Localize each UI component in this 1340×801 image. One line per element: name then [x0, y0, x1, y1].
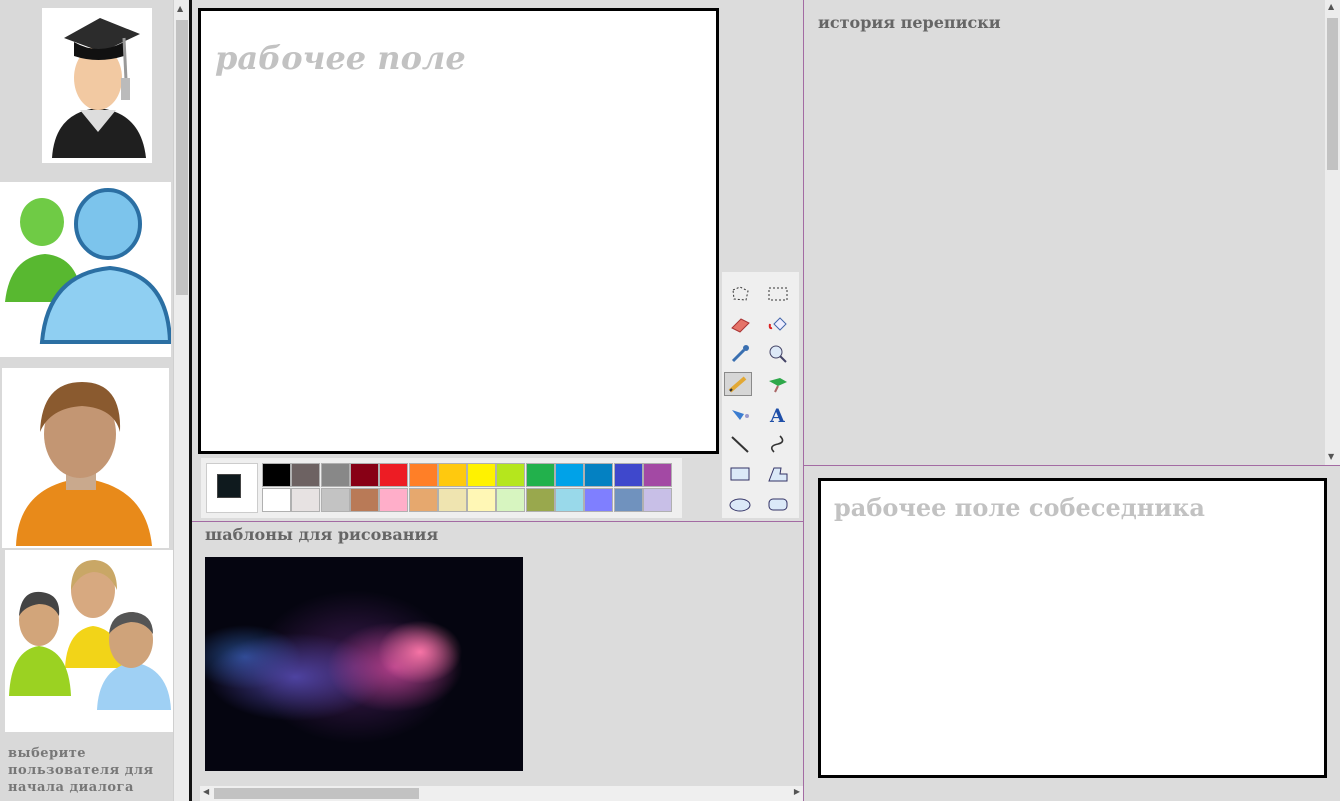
rounded-rect-tool[interactable]: [764, 492, 792, 516]
color-swatch[interactable]: [262, 488, 291, 512]
section-divider: [803, 465, 1340, 466]
rectangle-icon: [730, 467, 750, 481]
ellipse-icon: [729, 498, 751, 512]
pencil-tool[interactable]: [724, 372, 752, 396]
color-swatch[interactable]: [349, 463, 379, 487]
current-color-indicator[interactable]: [206, 463, 258, 513]
peer-canvas-title: рабочее поле собеседника: [834, 493, 1205, 522]
scroll-up-icon[interactable]: ▲: [1328, 2, 1334, 11]
color-swatch[interactable]: [262, 463, 291, 487]
color-swatch[interactable]: [555, 463, 584, 487]
history-scrollbar[interactable]: ▲ ▼: [1325, 0, 1340, 465]
color-swatch[interactable]: [496, 488, 526, 512]
color-palette: [201, 458, 682, 518]
color-picker-tool[interactable]: [726, 342, 754, 366]
templates-title: шаблоны для рисования: [205, 525, 439, 544]
color-swatch[interactable]: [320, 488, 350, 512]
scrollbar-thumb[interactable]: [176, 20, 188, 295]
fill-icon: [768, 317, 787, 331]
user-messenger[interactable]: [0, 182, 173, 357]
text-tool[interactable]: A: [764, 402, 792, 426]
column-divider: [803, 0, 804, 801]
rounded-rect-icon: [768, 498, 788, 511]
eraser-icon: [731, 318, 750, 333]
canvas-title: рабочее поле: [215, 39, 466, 77]
magnifier-tool[interactable]: [764, 342, 792, 366]
free-select-tool[interactable]: [726, 282, 754, 306]
scroll-down-icon[interactable]: ▼: [1328, 452, 1334, 461]
rect-select-icon: [768, 287, 788, 301]
color-swatch[interactable]: [408, 488, 438, 512]
user-orange-icon: [16, 382, 152, 546]
scroll-up-icon[interactable]: ▲: [177, 4, 183, 13]
color-swatch[interactable]: [613, 488, 643, 512]
color-swatch[interactable]: [291, 488, 321, 512]
color-swatch[interactable]: [642, 488, 672, 512]
section-divider: [192, 521, 803, 522]
scroll-left-icon[interactable]: ◀: [203, 787, 209, 796]
color-swatch[interactable]: [467, 463, 497, 487]
airbrush-icon: [732, 410, 749, 420]
user-group-icon: [9, 560, 171, 710]
user-single[interactable]: [2, 368, 169, 548]
color-swatch[interactable]: [320, 463, 350, 487]
fill-tool[interactable]: [764, 312, 792, 336]
pencil-icon: [728, 376, 747, 393]
messenger-users-icon: [5, 188, 173, 344]
line-icon: [731, 436, 749, 453]
color-swatch[interactable]: [584, 463, 614, 487]
curve-icon: [770, 435, 784, 453]
airbrush-tool[interactable]: [726, 402, 754, 426]
color-swatch[interactable]: [349, 488, 379, 512]
color-swatch[interactable]: [642, 463, 672, 487]
polygon-icon: [768, 467, 788, 482]
brush-tool[interactable]: [764, 372, 792, 396]
scrollbar-thumb[interactable]: [1327, 18, 1338, 170]
color-picker-icon: [731, 345, 749, 363]
user-graduate[interactable]: [0, 0, 173, 178]
color-swatch[interactable]: [584, 488, 614, 512]
color-swatch[interactable]: [555, 488, 584, 512]
line-tool[interactable]: [726, 432, 754, 456]
color-swatch[interactable]: [525, 488, 555, 512]
color-swatch[interactable]: [408, 463, 438, 487]
rect-select-tool[interactable]: [764, 282, 792, 306]
color-swatch[interactable]: [496, 463, 526, 487]
rectangle-tool[interactable]: [726, 462, 754, 486]
scroll-right-icon[interactable]: ▶: [794, 787, 800, 796]
color-swatch[interactable]: [525, 463, 555, 487]
color-swatch[interactable]: [437, 488, 467, 512]
horizontal-scrollbar[interactable]: ◀ ▶: [200, 786, 803, 801]
drawing-canvas[interactable]: рабочее поле: [198, 8, 719, 454]
text-icon: A: [769, 405, 785, 424]
scrollbar-thumb[interactable]: [214, 788, 419, 799]
graduate-user-icon: [42, 8, 152, 163]
user-list: выберите пользователя для начала диалога: [0, 0, 173, 801]
select-user-hint: выберите пользователя для начала диалога: [8, 746, 154, 795]
peer-drawing-canvas: рабочее поле собеседника: [818, 478, 1327, 778]
color-swatch[interactable]: [379, 488, 409, 512]
brush-icon: [769, 378, 787, 393]
chat-history-title: история переписки: [818, 13, 1001, 32]
magnifier-icon: [769, 345, 787, 363]
color-swatch[interactable]: [291, 463, 321, 487]
eraser-tool[interactable]: [726, 312, 754, 336]
ellipse-tool[interactable]: [726, 492, 754, 516]
polygon-tool[interactable]: [764, 462, 792, 486]
template-image-nebula[interactable]: [205, 557, 523, 771]
drawing-toolbox: A: [722, 272, 799, 518]
color-swatch[interactable]: [379, 463, 409, 487]
free-select-icon: [732, 286, 749, 301]
divider: [189, 0, 192, 801]
color-swatch[interactable]: [467, 488, 497, 512]
user-group[interactable]: [5, 550, 173, 732]
curve-tool[interactable]: [764, 432, 792, 456]
current-color-swatch: [217, 474, 241, 498]
color-swatch[interactable]: [437, 463, 467, 487]
color-swatch[interactable]: [613, 463, 643, 487]
svg-text:A: A: [769, 405, 785, 424]
